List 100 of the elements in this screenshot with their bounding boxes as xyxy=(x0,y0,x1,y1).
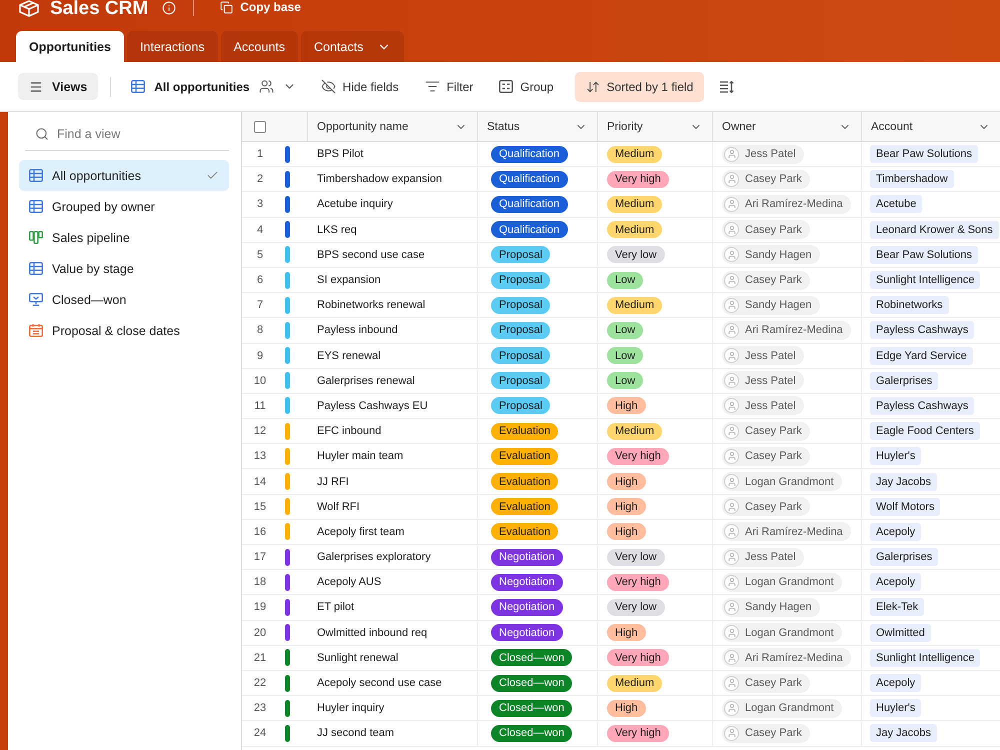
priority-pill: Very low xyxy=(607,548,665,566)
status-pill: Negotiation xyxy=(491,624,563,642)
priority-pill: Medium xyxy=(607,296,662,314)
row-number: 8 xyxy=(256,324,264,336)
avatar-icon xyxy=(724,196,739,212)
account-tag: Bear Paw Solutions xyxy=(870,246,978,264)
owner-name: Casey Park xyxy=(745,173,802,186)
column-title[interactable]: Opportunity name xyxy=(317,120,408,132)
info-icon[interactable] xyxy=(162,1,176,15)
view-item[interactable]: Sales pipeline xyxy=(19,222,229,253)
account-tag: Huyler's xyxy=(870,447,922,466)
status-pill: Evaluation xyxy=(491,523,558,540)
owner-name: Jess Patel xyxy=(745,551,796,564)
owner-name: Sandy Hagen xyxy=(745,299,812,312)
logo-icon xyxy=(18,0,40,17)
opportunity-name: Acepoly AUS xyxy=(317,576,382,588)
row-number: 23 xyxy=(254,702,266,714)
column-title[interactable]: Priority xyxy=(607,120,643,132)
view-item[interactable]: Closed—won xyxy=(19,284,229,315)
group-button[interactable]: Group xyxy=(491,72,562,102)
avatar-icon xyxy=(724,272,739,288)
opportunity-name: Acepoly first team xyxy=(317,526,404,538)
avatar-icon xyxy=(724,600,739,615)
row-number: 20 xyxy=(254,626,266,639)
views-button[interactable]: Views xyxy=(18,73,98,100)
row-number: 14 xyxy=(254,476,266,488)
row-number: 7 xyxy=(256,299,264,312)
status-pill: Closed—won xyxy=(491,674,572,692)
row-number: 2 xyxy=(256,173,264,186)
status-pill: Closed—won xyxy=(491,649,572,666)
row-number: 21 xyxy=(254,652,266,664)
view-item[interactable]: Grouped by owner xyxy=(19,191,229,222)
priority-pill: Medium xyxy=(607,422,662,440)
avatar-icon xyxy=(724,676,739,691)
grid-icon xyxy=(29,262,43,275)
avatar-icon xyxy=(724,298,739,313)
row-number: 12 xyxy=(254,425,266,438)
copy-base-button[interactable]: Copy base xyxy=(220,0,301,14)
status-pill: Negotiation xyxy=(491,598,563,616)
view-label: Proposal & close dates xyxy=(52,324,181,338)
owner-name: Jess Patel xyxy=(745,374,796,387)
view-label: Value by stage xyxy=(52,262,135,276)
row-number: 18 xyxy=(254,576,266,588)
view-label: Closed—won xyxy=(52,292,128,306)
status-pill: Negotiation xyxy=(491,574,563,591)
avatar-icon xyxy=(724,448,739,464)
account-tag: Leonard Krower & Sons xyxy=(870,220,999,239)
tab[interactable]: Contacts xyxy=(301,31,404,62)
filter-button[interactable]: Filter xyxy=(416,72,482,102)
avatar-icon xyxy=(724,322,739,338)
opportunity-name: BPS Pilot xyxy=(317,148,364,160)
search-field[interactable]: Find a view xyxy=(57,123,229,145)
select-all-checkbox[interactable] xyxy=(254,120,266,132)
status-pill: Evaluation xyxy=(491,498,558,516)
opportunity-name: Huyler main team xyxy=(317,450,404,462)
account-tag: Robinetworks xyxy=(870,296,949,314)
calendar-icon xyxy=(29,324,43,337)
kanban-icon xyxy=(29,231,43,244)
tab[interactable]: Interactions xyxy=(126,31,218,62)
priority-pill: Low xyxy=(607,322,644,339)
view-item[interactable]: Value by stage xyxy=(19,253,229,284)
row-number: 17 xyxy=(254,551,266,564)
priority-pill: High xyxy=(607,498,646,516)
avatar-icon xyxy=(724,474,739,490)
status-pill: Proposal xyxy=(491,272,550,289)
priority-pill: Low xyxy=(607,347,644,364)
column-title[interactable]: Owner xyxy=(722,120,756,132)
row-number: 3 xyxy=(256,198,264,210)
tab[interactable]: Accounts xyxy=(220,31,298,62)
column-title[interactable]: Status xyxy=(487,120,520,132)
opportunity-name: BPS second use case xyxy=(317,248,425,261)
account-tag: Wolf Motors xyxy=(870,498,940,516)
owner-name: Casey Park xyxy=(745,274,802,286)
view-item[interactable]: All opportunities xyxy=(19,160,229,191)
priority-pill: Very low xyxy=(607,246,665,264)
opportunity-name: Acetube inquiry xyxy=(317,198,393,210)
avatar-icon xyxy=(724,625,739,640)
sort-button[interactable]: Sorted by 1 field xyxy=(574,72,704,102)
row-number: 16 xyxy=(254,526,266,538)
view-item[interactable]: Proposal & close dates xyxy=(19,315,229,346)
opportunity-name: Galerprises exploratory xyxy=(317,551,431,564)
row-height-button[interactable] xyxy=(720,80,734,92)
hide-button[interactable]: Hide fields xyxy=(312,72,407,102)
people-icon xyxy=(258,79,274,94)
opportunity-name: LKS req xyxy=(317,224,357,236)
priority-pill: High xyxy=(607,700,646,717)
column-title[interactable]: Account xyxy=(871,120,913,132)
account-tag: Acepoly xyxy=(870,674,922,692)
view-switcher[interactable]: All opportunities xyxy=(123,72,304,100)
account-tag: Sunlight Intelligence xyxy=(870,648,980,667)
status-pill: Negotiation xyxy=(491,548,563,566)
owner-name: Logan Grandmont xyxy=(745,576,834,588)
opportunity-name: ET pilot xyxy=(317,601,354,614)
avatar-icon xyxy=(724,398,739,414)
priority-pill: High xyxy=(607,624,646,642)
priority-pill: Very high xyxy=(607,574,669,591)
priority-pill: High xyxy=(607,473,646,490)
tab[interactable]: Opportunities xyxy=(16,31,124,62)
owner-name: Jess Patel xyxy=(745,350,796,362)
owner-name: Ari Ramírez-Medina xyxy=(745,324,843,336)
